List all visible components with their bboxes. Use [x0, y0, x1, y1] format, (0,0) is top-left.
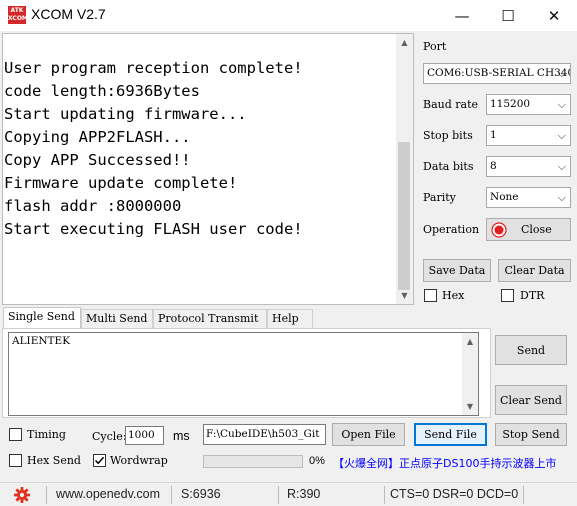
receive-line: flash addr :8000000 — [4, 197, 182, 215]
close-icon: ✕ — [547, 6, 561, 25]
send-file-button[interactable]: Send File — [414, 423, 487, 446]
tab-multi-send[interactable]: Multi Send — [81, 309, 153, 328]
checkmark-icon — [94, 456, 105, 465]
receive-text: User program reception complete! code len… — [4, 57, 396, 241]
wordwrap-checkbox[interactable] — [93, 454, 106, 467]
close-port-button[interactable]: Close — [486, 218, 571, 241]
baud-rate-value: 115200 — [490, 98, 531, 110]
title-bar: ATK XCOM XCOM V2.7 — ☐ ✕ — [0, 0, 577, 31]
data-bits-label: Data bits — [423, 160, 474, 173]
file-path-input[interactable]: F:\CubeIDE\h503_Git — [203, 424, 326, 445]
send-scrollbar[interactable]: ▲ ▼ — [462, 333, 478, 415]
chevron-down-icon: ⌵ — [557, 98, 566, 111]
timing-checkbox[interactable] — [9, 428, 22, 441]
chevron-down-icon: ⌵ — [557, 160, 566, 173]
hex-send-checkbox[interactable] — [9, 454, 22, 467]
baud-rate-select[interactable]: 115200 ⌵ — [486, 94, 571, 115]
port-select[interactable]: COM6:USB-SERIAL CH340 ⌵ — [423, 63, 571, 84]
hex-display-label: Hex — [442, 289, 465, 302]
chevron-down-icon: ⌵ — [557, 191, 566, 204]
receive-line: Firmware update complete! — [4, 174, 238, 192]
gear-icon[interactable] — [13, 486, 31, 504]
minimize-icon: — — [454, 6, 470, 25]
status-separator — [46, 486, 47, 504]
parity-label: Parity — [423, 191, 456, 204]
scrollbar-thumb[interactable] — [398, 142, 410, 290]
progress-percent: 0% — [309, 455, 325, 467]
dtr-label: DTR — [520, 289, 545, 302]
operation-label: Operation — [423, 223, 480, 236]
scroll-up-icon[interactable]: ▲ — [462, 333, 478, 350]
receive-line: Start executing FLASH user code! — [4, 220, 303, 238]
close-port-label: Close — [521, 223, 552, 236]
scroll-down-icon[interactable]: ▼ — [396, 287, 413, 304]
app-logo: ATK XCOM — [8, 6, 28, 24]
chevron-down-icon: ⌵ — [557, 67, 566, 80]
status-separator — [384, 486, 385, 504]
status-separator — [523, 486, 524, 504]
dtr-checkbox[interactable] — [501, 289, 514, 302]
receive-line: Copy APP Successed!! — [4, 151, 191, 169]
chevron-down-icon: ⌵ — [557, 129, 566, 142]
port-label: Port — [423, 40, 447, 53]
stop-bits-value: 1 — [490, 129, 497, 141]
status-bar: www.openedv.com S:6936 R:390 CTS=0 DSR=0… — [0, 482, 577, 506]
tab-help[interactable]: Help — [267, 309, 313, 328]
scroll-up-icon[interactable]: ▲ — [396, 34, 413, 51]
tab-single-send[interactable]: Single Send — [3, 307, 81, 329]
stop-bits-select[interactable]: 1 ⌵ — [486, 125, 571, 146]
clear-send-button[interactable]: Clear Send — [495, 385, 567, 415]
maximize-icon: ☐ — [501, 6, 515, 25]
baud-rate-label: Baud rate — [423, 98, 479, 111]
status-separator — [278, 486, 279, 504]
cycle-unit: ms — [173, 429, 190, 443]
parity-select[interactable]: None ⌵ — [486, 187, 571, 208]
cycle-input[interactable]: 1000 — [125, 426, 164, 445]
save-data-button[interactable]: Save Data — [423, 259, 491, 282]
receive-line: code length:6936Bytes — [4, 82, 200, 100]
status-url[interactable]: www.openedv.com — [56, 487, 160, 501]
stop-send-button[interactable]: Stop Send — [495, 423, 567, 446]
status-separator — [171, 486, 172, 504]
send-text: ALIENTEK — [12, 335, 71, 347]
status-sent-count: S:6936 — [181, 487, 221, 501]
scroll-down-icon[interactable]: ▼ — [462, 398, 478, 415]
minimize-button[interactable]: — — [439, 0, 485, 31]
stop-bits-label: Stop bits — [423, 129, 473, 142]
send-text-area[interactable]: ALIENTEK ▲ ▼ — [8, 332, 479, 416]
maximize-button[interactable]: ☐ — [485, 0, 531, 31]
hex-display-checkbox[interactable] — [424, 289, 437, 302]
timing-label: Timing — [27, 428, 66, 441]
data-bits-select[interactable]: 8 ⌵ — [486, 156, 571, 177]
record-icon — [491, 221, 507, 238]
send-progress-bar — [203, 455, 303, 468]
receive-line: Copying APP2FLASH... — [4, 128, 191, 146]
window-title: XCOM V2.7 — [31, 6, 106, 22]
status-received-count: R:390 — [287, 487, 321, 501]
cycle-label: Cycle: — [92, 430, 127, 443]
promo-banner-link[interactable]: 【火爆全网】正点原子DS100手持示波器上市 — [333, 455, 575, 471]
hex-send-label: Hex Send — [27, 454, 81, 467]
wordwrap-label: Wordwrap — [110, 454, 168, 467]
open-file-button[interactable]: Open File — [332, 423, 405, 446]
data-bits-value: 8 — [490, 160, 497, 172]
status-signals: CTS=0 DSR=0 DCD=0 — [390, 487, 519, 501]
receive-line: User program reception complete! — [4, 59, 303, 77]
logo-text-bottom: XCOM — [8, 15, 28, 22]
receive-line: Start updating firmware... — [4, 105, 247, 123]
logo-text-top: ATK — [10, 7, 24, 14]
send-button[interactable]: Send — [495, 335, 567, 365]
close-window-button[interactable]: ✕ — [531, 0, 577, 31]
port-value: COM6:USB-SERIAL CH340 — [427, 67, 571, 79]
receive-scrollbar[interactable]: ▲ ▼ — [396, 34, 413, 304]
parity-value: None — [490, 191, 519, 203]
receive-text-area[interactable]: User program reception complete! code len… — [2, 33, 414, 305]
clear-data-button[interactable]: Clear Data — [498, 259, 571, 282]
tab-protocol-transmit[interactable]: Protocol Transmit — [153, 309, 267, 328]
